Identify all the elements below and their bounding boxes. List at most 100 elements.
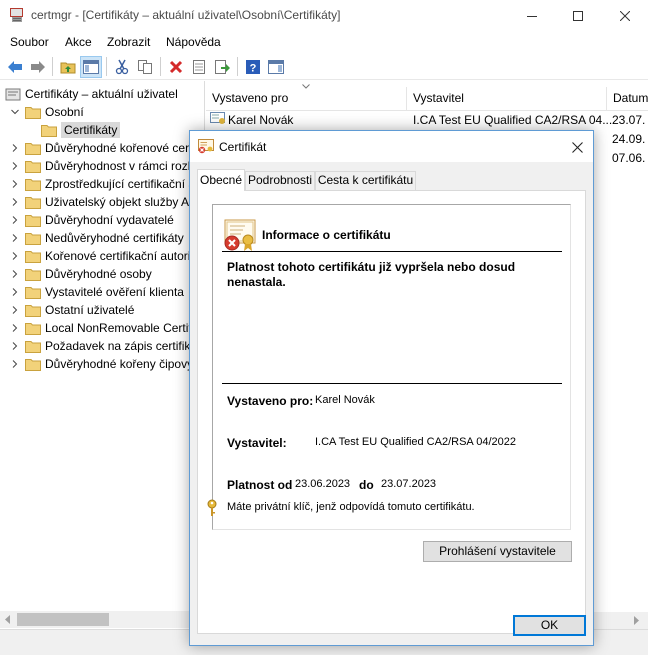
folder-icon xyxy=(41,124,57,137)
show-action-pane-button[interactable] xyxy=(265,56,287,78)
chevron-right-icon[interactable] xyxy=(9,175,21,193)
tree-item-certificates[interactable]: Certifikáty xyxy=(41,121,121,139)
chevron-right-icon[interactable] xyxy=(9,265,21,283)
up-folder-button[interactable] xyxy=(57,56,79,78)
chevron-right-icon[interactable] xyxy=(9,301,21,319)
menu-action[interactable]: Akce xyxy=(65,35,92,49)
chevron-right-icon[interactable] xyxy=(9,211,21,229)
properties-button[interactable] xyxy=(188,56,210,78)
chevron-right-icon[interactable] xyxy=(9,229,21,247)
toolbar: ? xyxy=(0,53,648,80)
general-tab-panel: Informace o certifikátu Platnost tohoto … xyxy=(197,190,586,634)
certificate-dialog: Certifikát Obecné Podrobnosti Cesta k ce… xyxy=(189,130,594,646)
tree-item-label: Požadavek na zápis certifikátu xyxy=(45,339,205,353)
issuer-statement-button[interactable]: Prohlášení vystavitele xyxy=(423,541,572,562)
tree-item[interactable]: Důvěryhodnost v rámci rozlehlé sítě xyxy=(9,157,204,175)
tree-item-label: Ostatní uživatelé xyxy=(45,303,135,317)
export-list-button[interactable] xyxy=(211,56,233,78)
dialog-close-button[interactable] xyxy=(567,137,587,157)
tree-root[interactable]: Certifikáty – aktuální uživatel xyxy=(5,85,178,103)
valid-from-label: Platnost od xyxy=(227,478,293,492)
chevron-right-icon[interactable] xyxy=(9,319,21,337)
column-issuer[interactable]: Vystavitel xyxy=(407,87,607,111)
forward-button[interactable] xyxy=(27,56,49,78)
tree-scroll-thumb[interactable] xyxy=(17,613,109,626)
chevron-right-icon[interactable] xyxy=(9,337,21,355)
console-tree-icon xyxy=(83,60,99,74)
scroll-right-icon[interactable] xyxy=(634,616,640,625)
help-icon: ? xyxy=(246,60,260,75)
dialog-title-bar[interactable]: Certifikát xyxy=(190,131,593,162)
row-date[interactable]: 23.07. xyxy=(612,113,645,127)
folder-icon xyxy=(25,232,41,245)
tree-item[interactable]: Požadavek na zápis certifikátu xyxy=(9,337,205,355)
chevron-right-icon[interactable] xyxy=(9,139,21,157)
column-expiration-date[interactable]: Datum xyxy=(607,87,648,111)
chevron-down-icon[interactable] xyxy=(9,103,21,121)
window-title: certmgr - [Certifikáty – aktuální uživat… xyxy=(31,8,341,22)
folder-up-icon xyxy=(60,62,76,74)
ok-button[interactable]: OK xyxy=(513,615,586,636)
row-issued-to[interactable]: Karel Novák xyxy=(228,113,293,127)
tree-item[interactable]: Důvěryhodné kořeny čipových karet xyxy=(9,355,204,373)
close-window-button[interactable] xyxy=(602,0,648,31)
chevron-right-icon[interactable] xyxy=(9,157,21,175)
row-date[interactable]: 07.06. xyxy=(612,151,645,165)
tab-general[interactable]: Obecné xyxy=(197,169,245,191)
tree-item[interactable]: Důvěryhodné kořenové certifikační autori… xyxy=(9,139,204,157)
back-button[interactable] xyxy=(4,56,26,78)
tree-item[interactable]: Vystavitelé ověření klienta xyxy=(9,283,184,301)
tree-item-label: Vystavitelé ověření klienta xyxy=(45,285,184,299)
folder-icon xyxy=(25,106,41,119)
title-bar[interactable]: certmgr - [Certifikáty – aktuální uživat… xyxy=(0,0,648,31)
properties-icon xyxy=(193,60,205,74)
row-date[interactable]: 24.09. xyxy=(612,132,645,146)
row-issuer[interactable]: I.CA Test EU Qualified CA2/RSA 04... xyxy=(413,113,612,127)
tree-item[interactable]: Důvěryhodní vydavatelé xyxy=(9,211,174,229)
back-arrow-icon xyxy=(8,61,22,73)
tree-item-label: Důvěryhodnost v rámci rozlehlé sítě xyxy=(45,159,204,173)
cut-button[interactable] xyxy=(111,56,133,78)
column-issued-to[interactable]: Vystaveno pro xyxy=(206,87,407,111)
certificate-key-icon xyxy=(210,112,225,124)
chevron-right-icon[interactable] xyxy=(9,247,21,265)
menu-view[interactable]: Zobrazit xyxy=(107,35,150,49)
delete-button[interactable] xyxy=(165,56,187,78)
folder-icon xyxy=(25,304,41,317)
action-pane-icon xyxy=(268,60,284,74)
tab-certification-path[interactable]: Cesta k certifikátu xyxy=(315,171,416,190)
folder-icon xyxy=(25,268,41,281)
scroll-left-icon[interactable] xyxy=(5,615,11,624)
tree-item-label: Důvěryhodné osoby xyxy=(45,267,152,281)
chevron-right-icon[interactable] xyxy=(9,193,21,211)
console-tree: Certifikáty – aktuální uživatel Osobní C… xyxy=(0,81,205,629)
tree-horizontal-scrollbar[interactable] xyxy=(0,611,205,628)
folder-icon xyxy=(25,322,41,335)
tree-item-personal-label: Osobní xyxy=(45,105,84,119)
tree-item[interactable]: Důvěryhodné osoby xyxy=(9,265,152,283)
tab-details[interactable]: Podrobnosti xyxy=(245,171,315,190)
show-tree-button[interactable] xyxy=(80,56,102,78)
issuer-value: I.CA Test EU Qualified CA2/RSA 04/2022 xyxy=(315,436,516,448)
copy-button[interactable] xyxy=(134,56,156,78)
chevron-right-icon[interactable] xyxy=(9,355,21,373)
help-button[interactable]: ? xyxy=(242,56,264,78)
tree-item[interactable]: Local NonRemovable Certificates xyxy=(9,319,204,337)
issued-to-value: Karel Novák xyxy=(315,394,375,406)
menu-help[interactable]: Nápověda xyxy=(166,35,221,49)
menu-file[interactable]: Soubor xyxy=(10,35,49,49)
tree-item[interactable]: Ostatní uživatelé xyxy=(9,301,134,319)
folder-icon xyxy=(25,358,41,371)
tree-item-personal[interactable]: Osobní xyxy=(9,103,84,121)
minimize-button[interactable] xyxy=(509,0,555,31)
folder-icon xyxy=(25,142,41,155)
tree-item[interactable]: Zprostředkující certifikační autority xyxy=(9,175,204,193)
valid-from-value: 23.06.2023 xyxy=(295,478,351,490)
tree-item[interactable]: Kořenové certifikační autority třetích s… xyxy=(9,247,204,265)
menu-bar: Soubor Akce Zobrazit Nápověda xyxy=(0,31,648,53)
close-icon xyxy=(571,141,583,153)
chevron-right-icon[interactable] xyxy=(9,283,21,301)
maximize-button[interactable] xyxy=(555,0,601,31)
tree-item[interactable]: Uživatelský objekt služby Active Directo… xyxy=(9,193,204,211)
tree-item[interactable]: Nedůvěryhodné certifikáty xyxy=(9,229,184,247)
